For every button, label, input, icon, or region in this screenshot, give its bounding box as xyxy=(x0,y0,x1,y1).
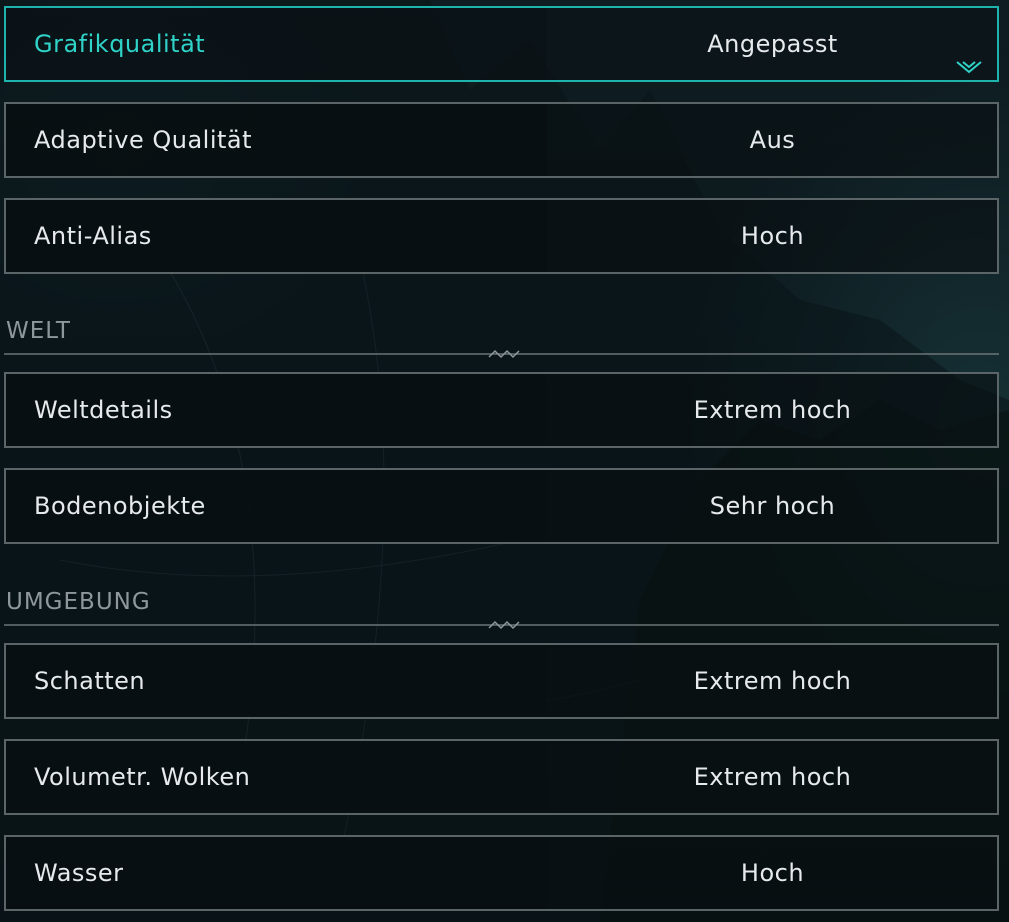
setting-row-ground-objects[interactable]: Bodenobjekte Sehr hoch xyxy=(4,468,999,544)
setting-row-shadows[interactable]: Schatten Extrem hoch xyxy=(4,643,999,719)
setting-value[interactable]: Aus xyxy=(546,104,999,176)
setting-value[interactable]: Extrem hoch xyxy=(546,374,999,446)
setting-label: Adaptive Qualität xyxy=(34,126,253,154)
setting-label: Bodenobjekte xyxy=(34,492,206,520)
setting-row-water[interactable]: Wasser Hoch xyxy=(4,835,999,911)
setting-value[interactable]: Extrem hoch xyxy=(546,645,999,717)
setting-value[interactable]: Extrem hoch xyxy=(546,741,999,813)
section-title-environment: UMGEBUNG xyxy=(6,589,151,615)
setting-value[interactable]: Angepasst xyxy=(546,8,999,80)
setting-label: Weltdetails xyxy=(34,396,173,424)
setting-value[interactable]: Hoch xyxy=(546,200,999,272)
setting-row-anti-alias[interactable]: Anti-Alias Hoch xyxy=(4,198,999,274)
setting-row-graphics-quality[interactable]: Grafikqualität Angepasst xyxy=(4,6,999,82)
setting-row-volumetric-clouds[interactable]: Volumetr. Wolken Extrem hoch xyxy=(4,739,999,815)
graphics-settings-list: Grafikqualität Angepasst Adaptive Qualit… xyxy=(0,0,1009,922)
setting-label: Wasser xyxy=(34,859,124,887)
setting-label: Anti-Alias xyxy=(34,222,152,250)
section-divider xyxy=(4,349,999,359)
setting-row-world-details[interactable]: Weltdetails Extrem hoch xyxy=(4,372,999,448)
section-title-world: WELT xyxy=(6,318,71,344)
section-divider xyxy=(4,620,999,630)
setting-value[interactable]: Sehr hoch xyxy=(546,470,999,542)
setting-label: Schatten xyxy=(34,667,146,695)
setting-label: Grafikqualität xyxy=(34,30,206,58)
chevron-down-icon[interactable] xyxy=(955,60,983,74)
setting-value[interactable]: Hoch xyxy=(546,837,999,909)
setting-row-adaptive-quality[interactable]: Adaptive Qualität Aus xyxy=(4,102,999,178)
setting-label: Volumetr. Wolken xyxy=(34,763,251,791)
